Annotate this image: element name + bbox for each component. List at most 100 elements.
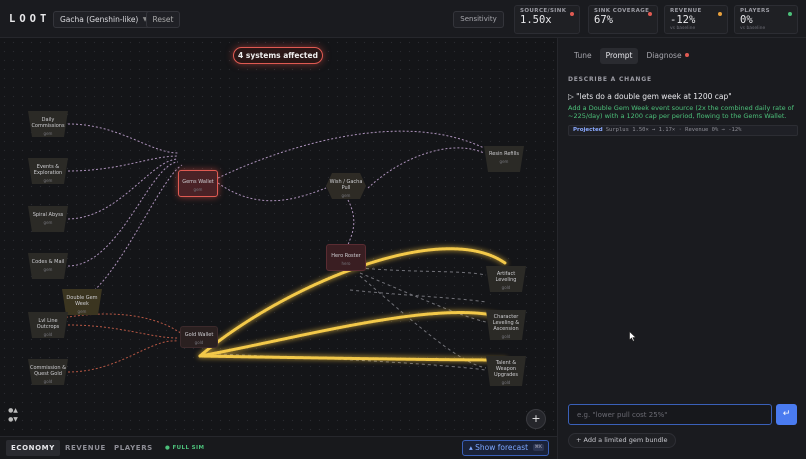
zoom-controls[interactable]: ●▲ ●▼ (6, 406, 20, 434)
preset-dropdown-value: Gacha (Genshin-like) (60, 15, 139, 24)
edge-hero-artifact (359, 267, 487, 276)
node-label: Spiral Abyss (32, 212, 64, 218)
node-resource: gem (77, 309, 87, 314)
metric-value: -12% (670, 14, 696, 26)
metric-sub: vs baseline (740, 26, 766, 31)
keyboard-shortcut: ⌘K (532, 444, 544, 451)
status-dot-icon (718, 12, 722, 16)
projected-value: Surplus 1.50× → 1.17× · Revenue 0% → -12… (605, 127, 742, 133)
status-dot-icon (570, 12, 574, 16)
tab-diagnose-label: Diagnose (646, 51, 682, 60)
tab-players[interactable]: PLAYERS (109, 440, 158, 456)
node-gems-wallet[interactable]: Gems Wallet gem (178, 170, 218, 197)
node-wish-gacha-pull[interactable]: Wish / Gacha Pull gem (326, 173, 366, 199)
projected-label: Projected (573, 127, 603, 133)
change-prompt-input[interactable] (568, 404, 772, 425)
node-label: Double Gem Week (66, 295, 98, 307)
prompt-history-item: ▷ "lets do a double gem week at 1200 cap… (568, 92, 732, 101)
suggestion-chip-label: Add a limited gem bundle (583, 436, 668, 444)
tab-economy[interactable]: ECONOMY (6, 440, 60, 456)
reset-button[interactable]: Reset (146, 11, 180, 28)
suggestion-chip[interactable]: + Add a limited gem bundle (568, 433, 676, 448)
node-label: Artifact Leveling (495, 271, 517, 283)
show-forecast-button[interactable]: ▴ Show forecast ⌘K (462, 440, 549, 456)
node-label: Talent & Weapon Upgrades (494, 360, 518, 378)
projected-summary: Projected Surplus 1.50× → 1.17× · Revenue… (568, 125, 798, 136)
node-label: Commission & Quest Gold (30, 365, 66, 377)
node-label: Daily Commissions (31, 117, 65, 129)
panel-tabs: Tune Prompt Diagnose (568, 43, 697, 64)
node-label: Gems Wallet (182, 179, 214, 185)
metric-revenue[interactable]: REVENUE -12% vs baseline (664, 5, 728, 34)
node-artifact-leveling[interactable]: Artifact Leveling gold (486, 266, 526, 292)
node-codes-mail[interactable]: Codes & Mail gem (28, 253, 68, 279)
metric-source-sink[interactable]: SOURCE/SINK 1.50x (514, 5, 580, 34)
node-resource: gold (43, 332, 53, 337)
top-bar: LOOT Gacha (Genshin-like) ▼ Reset Sensit… (0, 0, 806, 38)
edge-abyss-gems (67, 158, 179, 220)
node-label: Gold Wallet (184, 332, 214, 338)
tab-prompt[interactable]: Prompt (599, 48, 639, 64)
node-events-exploration[interactable]: Events & Exploration gem (28, 158, 68, 184)
tab-revenue[interactable]: REVENUE (60, 440, 111, 456)
alert-dot-icon (684, 53, 689, 57)
edge-commission-gold (67, 340, 179, 373)
tab-diagnose[interactable]: Diagnose (640, 48, 694, 64)
node-resource: gem (43, 267, 53, 272)
tab-tune[interactable]: Tune (568, 48, 598, 64)
node-label: Lvl Line Outcrops (36, 318, 60, 330)
edge-codes-gems (67, 161, 179, 267)
edge-double-gems (81, 164, 183, 301)
add-node-button[interactable]: + (526, 409, 546, 429)
node-label: Character Leveling & Ascension (492, 314, 520, 332)
node-spiral-abyss[interactable]: Spiral Abyss gem (28, 206, 68, 232)
economy-canvas[interactable]: 4 systems affected Daily Commissions gem… (0, 38, 557, 436)
node-resource: gold (43, 379, 53, 384)
node-resource: gem (43, 220, 53, 225)
metric-sink-coverage[interactable]: SINK COVERAGE 67% (588, 5, 658, 34)
full-sim-label: FULL SIM (172, 445, 205, 451)
status-dot-icon (788, 12, 792, 16)
full-sim-status: ● FULL SIM (165, 440, 204, 456)
flow-edges (61, 123, 508, 373)
edge-events-gems (67, 155, 179, 172)
node-resource: gold (501, 334, 511, 339)
section-title: DESCRIBE A CHANGE (568, 76, 652, 83)
app-logo: LOOT (9, 13, 51, 25)
mouse-cursor-icon (629, 331, 637, 342)
status-dot-icon (648, 12, 652, 16)
affected-systems-badge: 4 systems affected (233, 47, 323, 64)
node-resource: gold (501, 285, 511, 290)
metric-value: 67% (594, 14, 613, 26)
send-button[interactable]: ↵ (776, 404, 797, 425)
node-resource: gem (499, 159, 509, 164)
node-talent-weapon-upgrades[interactable]: Talent & Weapon Upgrades gold (486, 356, 526, 386)
node-resource: gem (341, 193, 351, 198)
node-character-leveling[interactable]: Character Leveling & Ascension gold (486, 310, 526, 340)
plus-icon: + (576, 436, 584, 444)
preset-dropdown[interactable]: Gacha (Genshin-like) ▼ (53, 11, 154, 28)
node-label: Resin Refills (489, 151, 519, 157)
zoom-out-icon[interactable]: ●▼ (6, 415, 20, 424)
edge-daily-gems (67, 123, 179, 154)
node-resource: hero (341, 261, 351, 266)
prompt-response: Add a Double Gem Week event source (2x t… (568, 104, 794, 120)
node-lvl-line-outcrops[interactable]: Lvl Line Outcrops gold (28, 312, 68, 338)
node-resource: gem (193, 187, 203, 192)
edge-gems-resin (217, 130, 485, 179)
metric-players[interactable]: PLAYERS 0% vs baseline (734, 5, 798, 34)
node-hero-roster[interactable]: Hero Roster hero (326, 244, 366, 271)
node-resin-refills[interactable]: Resin Refills gem (484, 146, 524, 172)
node-gold-wallet[interactable]: Gold Wallet gold (180, 326, 218, 348)
zoom-in-icon[interactable]: ●▲ (6, 406, 20, 415)
edge-wish-hero (347, 199, 355, 246)
edge-lvl-gold-b (61, 313, 183, 335)
side-panel: Tune Prompt Diagnose DESCRIBE A CHANGE ▷ "… (557, 38, 806, 459)
node-commission-quest-gold[interactable]: Commission & Quest Gold gold (28, 359, 68, 385)
edge-artifact-charlvl (349, 289, 487, 303)
edge-lvl-gold (67, 324, 179, 339)
node-daily-commissions[interactable]: Daily Commissions gem (28, 111, 68, 137)
node-resource: gem (43, 178, 53, 183)
node-double-gem-week[interactable]: Double Gem Week gem (62, 289, 102, 315)
sensitivity-button[interactable]: Sensitivity (453, 11, 504, 28)
